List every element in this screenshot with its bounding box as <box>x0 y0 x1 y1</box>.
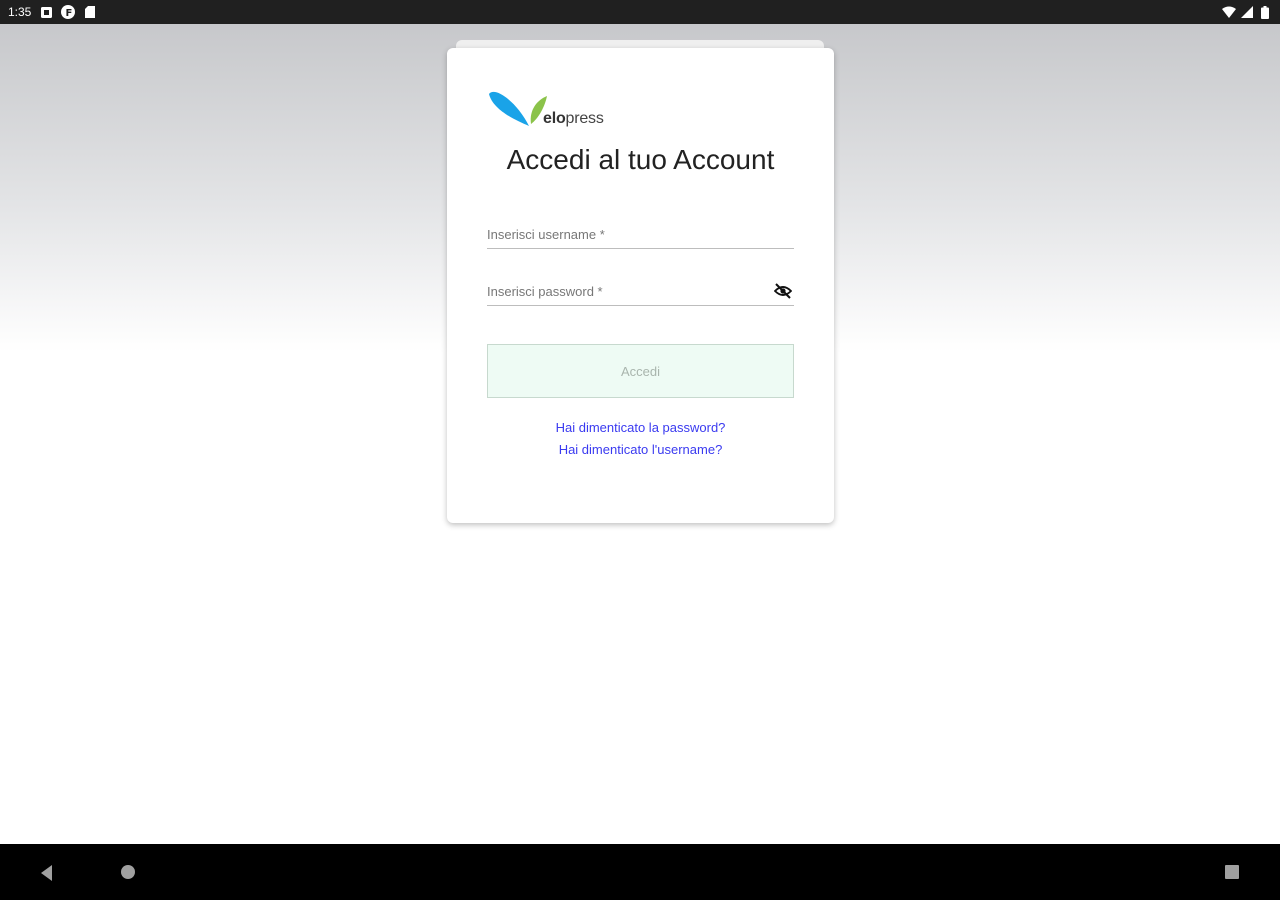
username-field[interactable]: Inserisci username * <box>487 220 794 249</box>
login-button[interactable]: Accedi <box>487 344 794 398</box>
battery-icon <box>1258 5 1272 19</box>
password-field[interactable]: Inserisci password * <box>487 277 794 306</box>
status-bar: 1:35 F <box>0 0 1280 24</box>
forgot-username-link[interactable]: Hai dimenticato l'username? <box>447 442 834 457</box>
recent-apps-icon[interactable] <box>1224 864 1240 880</box>
status-left: 1:35 F <box>8 5 97 19</box>
wifi-icon <box>1222 5 1236 19</box>
username-placeholder: Inserisci username * <box>487 227 605 242</box>
sd-card-icon <box>83 5 97 19</box>
svg-text:F: F <box>66 8 73 19</box>
forgot-password-link[interactable]: Hai dimenticato la password? <box>447 420 834 435</box>
status-time: 1:35 <box>8 5 32 19</box>
home-icon[interactable] <box>120 864 136 880</box>
back-icon[interactable] <box>38 864 56 882</box>
notification-icon <box>39 5 53 19</box>
navigation-bar <box>0 844 1280 900</box>
logo-text: elopress <box>543 110 604 127</box>
signal-icon <box>1240 5 1254 19</box>
password-placeholder: Inserisci password * <box>487 284 603 299</box>
login-title: Accedi al tuo Account <box>506 144 775 175</box>
velopress-logo: elopress <box>487 88 617 128</box>
login-card: elopress Accedi al tuo Account Inserisci… <box>447 48 834 523</box>
toggle-password-visibility-icon[interactable] <box>773 282 793 300</box>
status-right <box>1222 5 1272 19</box>
app-icon: F <box>61 5 76 19</box>
